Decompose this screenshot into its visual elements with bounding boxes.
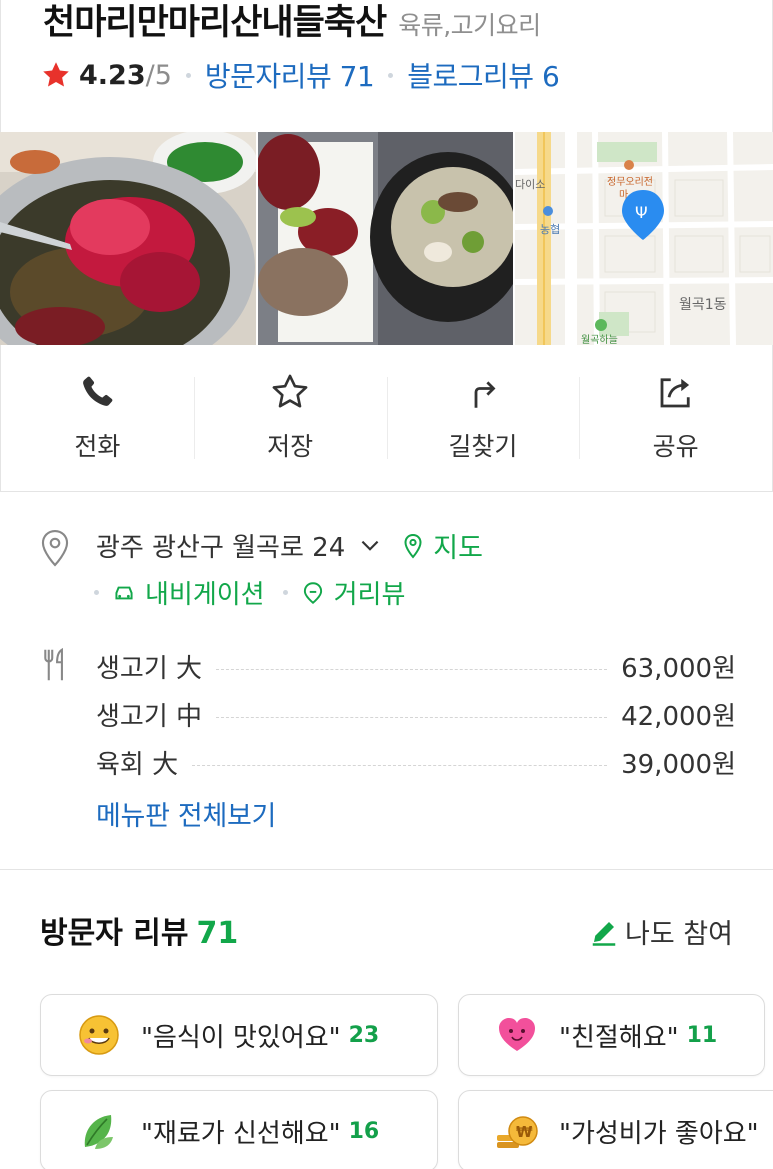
place-category: 육류,고기요리 [398,11,541,40]
directions-label: 길찾기 [448,432,518,461]
map-pin-icon [404,533,422,559]
keyword-count: 11 [686,1022,718,1048]
phone-icon [83,376,113,406]
keyword-chip[interactable]: ₩ "가성비가 좋아요" [458,1090,773,1169]
map-label-daiso: 다이소 [515,178,545,191]
title-row: 천마리만마리산내들축산 육류,고기요리 [43,0,541,45]
menu-item-name: 육회 大 [96,749,179,780]
pencil-icon [592,921,616,946]
map-label-nonghyup: 농협 [540,223,560,236]
map-label-park: 월곡하늘 [581,333,618,345]
star-filled-icon [43,62,69,87]
map-link-label: 지도 [433,533,483,564]
menu-item-name: 생고기 中 [96,701,203,732]
separator-dot [94,590,99,595]
menu-list: 생고기 大 63,000원 생고기 中 42,000원 육회 大 39,000원 [96,642,736,786]
menu-leader [192,764,608,766]
keyword-chip[interactable]: "재료가 신선해요" 16 [40,1090,438,1169]
location-pin-icon [41,529,69,567]
share-icon [660,378,690,408]
map-link[interactable]: 지도 [401,526,483,565]
navigation-row: 내비게이션 거리뷰 [94,574,405,611]
menu-leader [216,716,608,718]
share-button[interactable]: 공유 [579,345,772,491]
menu-item: 생고기 大 63,000원 [96,642,736,690]
map-label-wolgok1dong: 월곡1동 [679,297,727,313]
rating-max: /5 [145,59,172,91]
chevron-down-icon[interactable] [357,533,383,559]
menu-item-price: 39,000원 [621,749,736,780]
directions-icon [474,381,496,408]
photo-raw-beef-soup[interactable] [258,132,513,345]
map-label-restaurant: 정무오리전 [607,176,653,188]
keyword-chip[interactable]: "음식이 맛있어요" 23 [40,994,438,1076]
keyword-text: "음식이 맛있어요" [141,1022,341,1053]
heart-emoji-icon [499,1018,535,1051]
place-name: 천마리만마리산내들축산 [43,3,387,43]
menu-all-link[interactable]: 메뉴판 전체보기 [96,794,276,833]
menu-item-price: 42,000원 [621,701,736,732]
coin-emoji-icon: ₩ [497,1116,538,1148]
svg-text:₩: ₩ [516,1123,533,1141]
photo-strip: 다이소 정무오리전 마 농협 Ψ 월곡1동 월곡하늘 [0,132,773,345]
visitor-reviews-section: 방문자 리뷰 71 나도 참여 "음식이 맛있어요" 23 "친절해요" 11 "… [0,882,773,1169]
map-thumbnail[interactable]: 다이소 정무오리전 마 농협 Ψ 월곡1동 월곡하늘 [514,132,773,345]
keyword-text: "친절해요" [559,1022,679,1053]
streetview-pin-icon [303,581,322,604]
keyword-chip[interactable]: "친절해요" 11 [458,994,765,1076]
fork-knife-icon [44,647,63,681]
address-row: 광주 광산구 월곡로 24 지도 [96,526,483,565]
reviews-heading: 방문자 리뷰 71 [40,908,238,952]
car-icon [115,586,133,599]
participate-label: 나도 참여 [625,919,733,950]
keyword-text: "가성비가 좋아요" [559,1118,759,1149]
visitor-reviews-link[interactable]: 방문자리뷰 71 [205,55,375,95]
keyword-text: "재료가 신선해요" [141,1118,341,1149]
place-info: 광주 광산구 월곡로 24 지도 내비게이션 거리뷰 생고기 大 63,000원… [0,504,773,870]
keyword-count: 16 [348,1118,380,1144]
rating-row: 4.23/5 방문자리뷰 71 블로그리뷰 6 [41,55,560,95]
menu-item-name: 생고기 大 [96,653,203,684]
separator-dot [388,72,394,78]
place-header: 천마리만마리산내들축산 육류,고기요리 4.23/5 방문자리뷰 71 블로그리뷰… [0,0,773,132]
menu-item-price: 63,000원 [621,653,736,684]
separator-dot [282,590,288,595]
participate-button[interactable]: 나도 참여 [589,912,733,951]
svg-text:Ψ: Ψ [635,203,648,222]
separator-dot [185,72,191,78]
photo-yukhoe-bibimbap[interactable] [0,132,257,345]
leaf-emoji-icon [84,1115,113,1149]
menu-item: 육회 大 39,000원 [96,738,736,786]
call-label: 전화 [74,432,121,461]
save-button[interactable]: 저장 [193,345,387,491]
divider [0,492,773,504]
save-label: 저장 [267,432,314,461]
rating-value: 4.23 [79,59,146,91]
directions-button[interactable]: 길찾기 [386,345,580,491]
share-label: 공유 [652,432,699,461]
reviews-title: 방문자 리뷰 [40,916,189,951]
keyword-count: 23 [348,1022,380,1048]
streetview-link[interactable]: 거리뷰 [334,574,406,611]
divider [0,870,773,882]
address-text[interactable]: 광주 광산구 월곡로 24 [96,527,345,564]
blog-reviews-link[interactable]: 블로그리뷰 6 [407,55,560,95]
star-outline-icon [272,374,308,408]
call-button[interactable]: 전화 [1,345,194,491]
menu-leader [216,668,608,670]
menu-item: 생고기 中 42,000원 [96,690,736,738]
navigation-link[interactable]: 내비게이션 [145,574,265,611]
smile-emoji-icon [79,1015,119,1055]
action-bar: 전화 저장 길찾기 공유 [0,345,773,492]
reviews-count: 71 [196,916,239,951]
